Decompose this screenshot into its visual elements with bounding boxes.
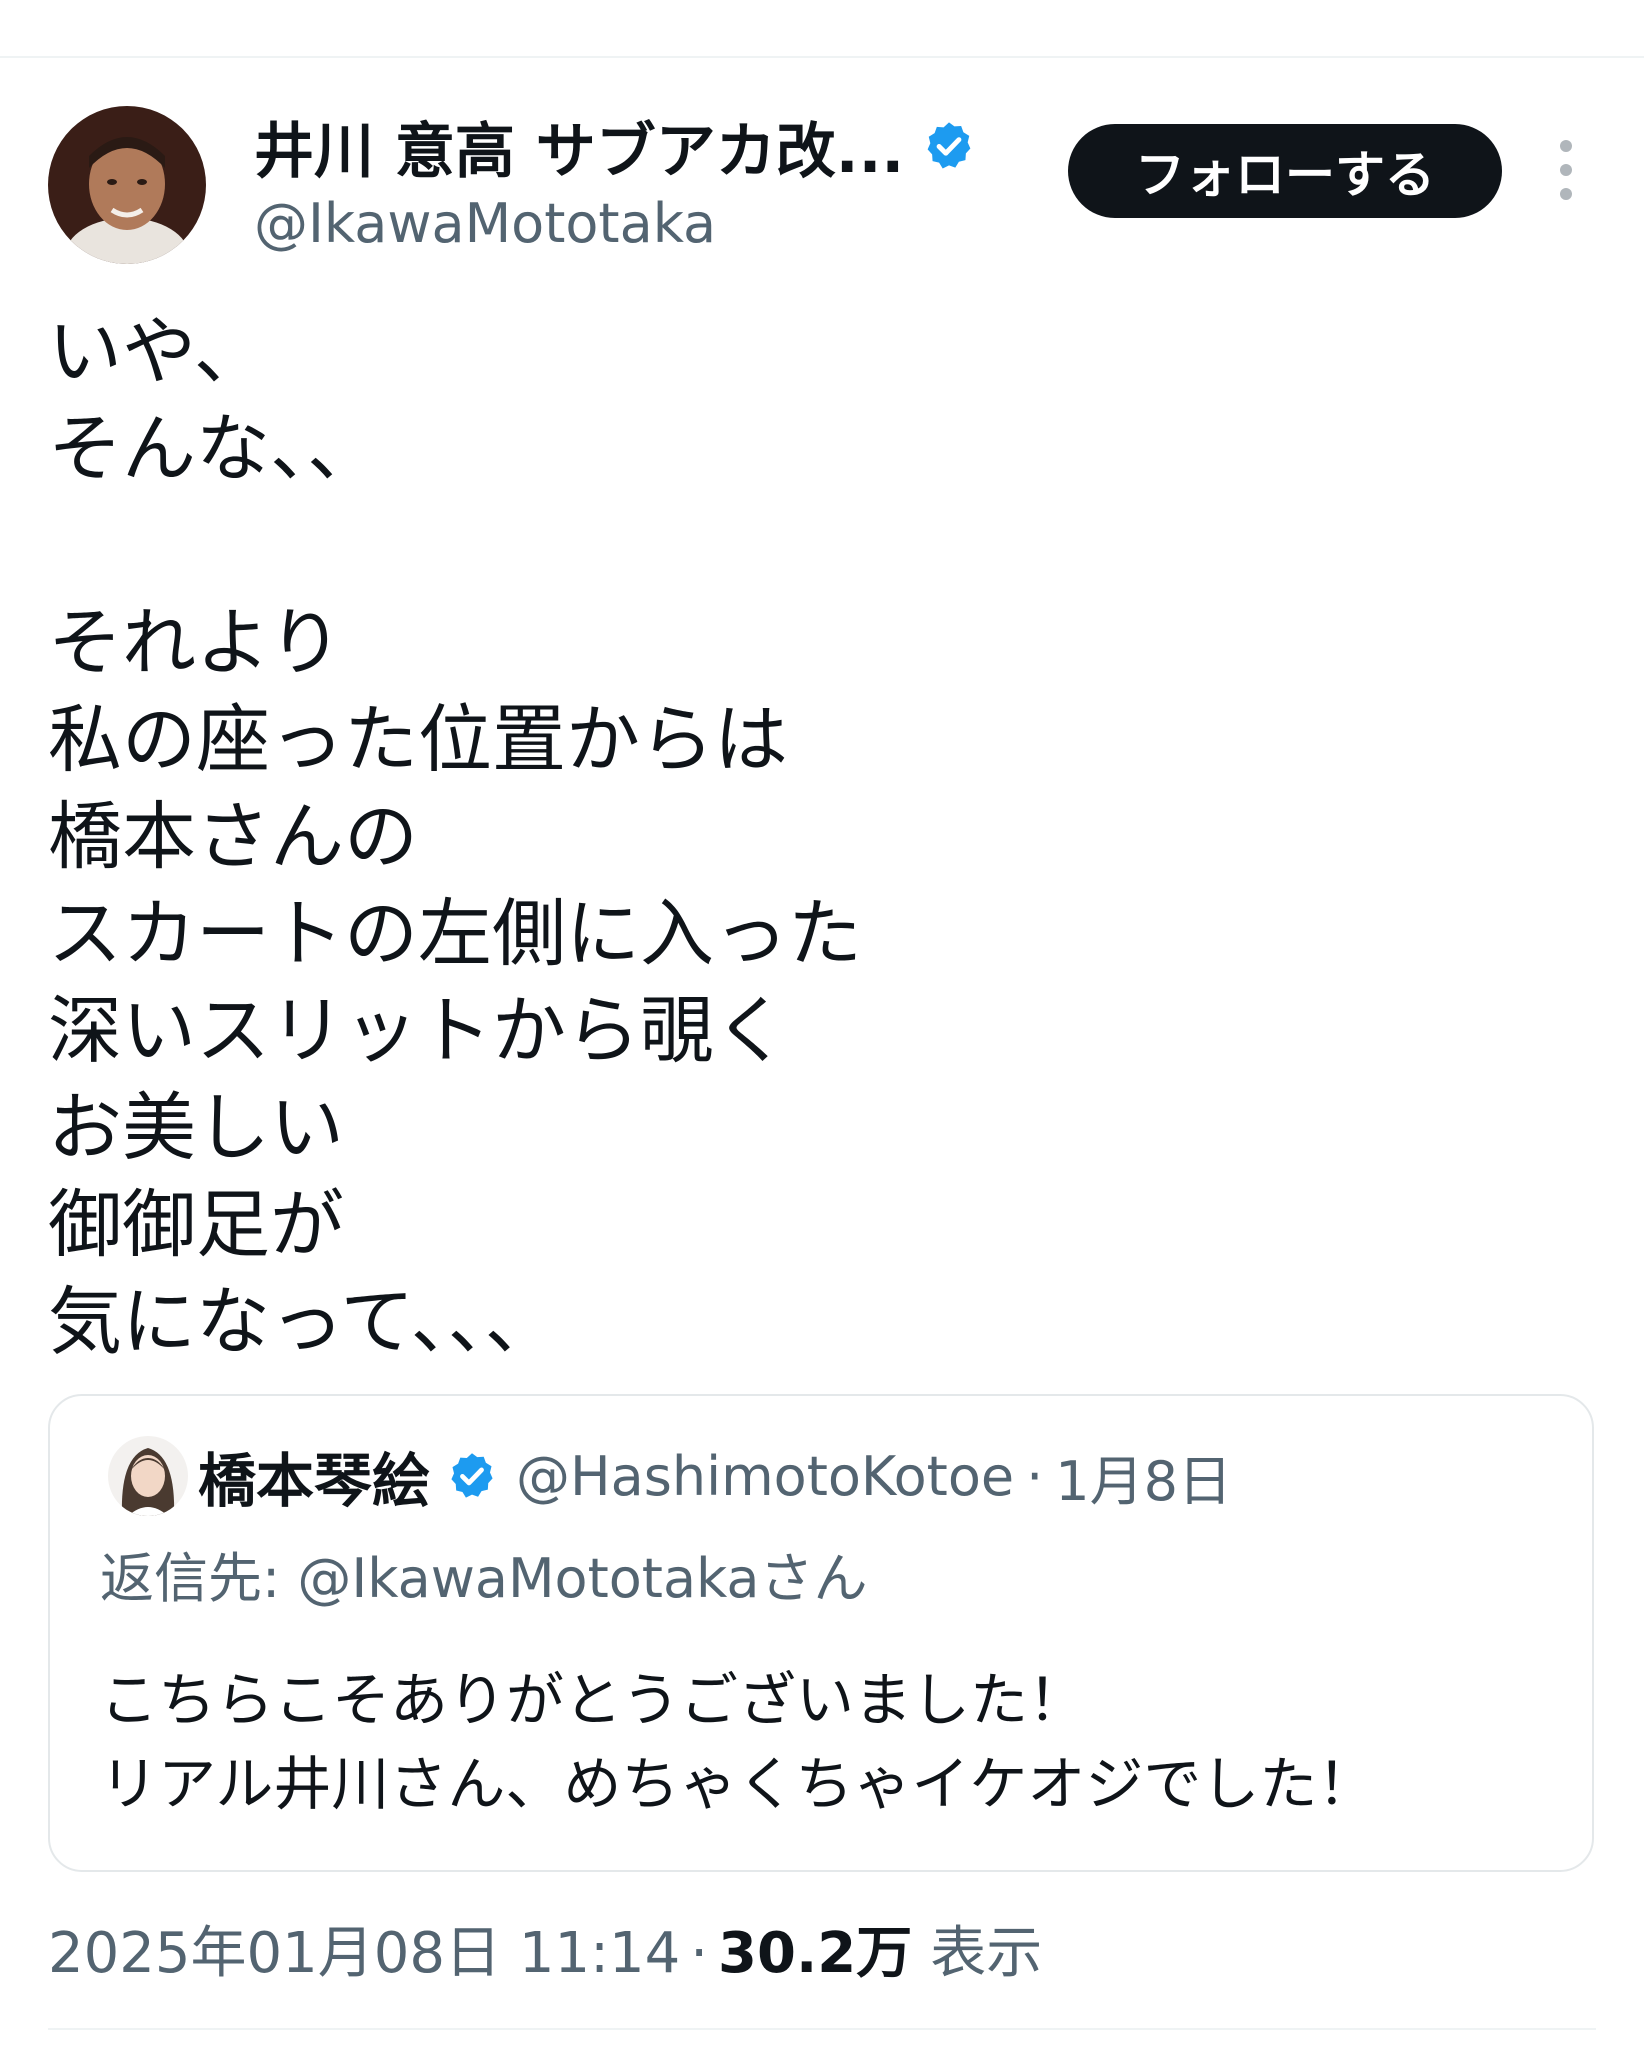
- quoted-tweet-card[interactable]: 橋本琴絵 @HashimotoKotoe · 1月8日 返信先: @IkawaM…: [48, 1394, 1594, 1872]
- tweet-line: お美しい: [48, 1085, 344, 1171]
- views-label: 表示: [930, 1921, 1043, 1986]
- tweet-timestamp[interactable]: 2025年01月08日 11:14: [48, 1908, 680, 1989]
- tweet-line: いや、: [48, 309, 268, 395]
- quote-meta: 橋本琴絵 @HashimotoKotoe · 1月8日: [198, 1437, 1232, 1516]
- tweet-line: 御御足が: [48, 1182, 344, 1268]
- quote-line: リアル井川さん、めちゃくちゃイケオジでした！: [100, 1750, 1376, 1818]
- tweet-line: 気になって、、、: [48, 1279, 559, 1365]
- quote-display-name[interactable]: 橋本琴絵: [198, 1434, 430, 1518]
- author-display-name[interactable]: 井川 意高 サブアカ改...: [254, 103, 904, 190]
- separator-dot: ·: [690, 1921, 709, 1986]
- author-handle[interactable]: @IkawaMototaka: [254, 192, 716, 255]
- more-dot: [1560, 164, 1572, 176]
- quote-line: こちらこそありがとうございました！: [100, 1666, 1087, 1734]
- quote-handle[interactable]: @HashimotoKotoe: [516, 1445, 1014, 1508]
- reply-mention[interactable]: @IkawaMototakaさん: [297, 1547, 867, 1610]
- verified-badge-icon: [446, 1450, 498, 1502]
- author-name-row[interactable]: 井川 意高 サブアカ改...: [254, 108, 976, 187]
- tweet-line: [48, 498, 1548, 595]
- tweet-line: 橋本さんの: [48, 794, 418, 880]
- tweet-text: いや、 そんな、、 それより 私の座った位置からは 橋本さんの スカートの左側に…: [48, 304, 1548, 1371]
- follow-button[interactable]: フォローする: [1068, 124, 1502, 218]
- more-dot: [1560, 140, 1572, 152]
- tweet-meta: 2025年01月08日 11:14 · 30.2万 表示: [48, 1908, 1042, 1989]
- more-dot: [1560, 188, 1572, 200]
- tweet-line: スカートの左側に入った: [48, 891, 862, 977]
- tweet-line: 深いスリットから覗く: [48, 988, 788, 1074]
- top-divider: [0, 56, 1644, 58]
- quote-reply-to: 返信先: @IkawaMototakaさん: [100, 1534, 867, 1613]
- verified-badge-icon: [922, 119, 976, 173]
- quote-date[interactable]: 1月8日: [1055, 1437, 1232, 1516]
- tweet-line: それより: [48, 600, 343, 686]
- more-vertical-icon[interactable]: [1546, 140, 1586, 200]
- tweet-line: 私の座った位置からは: [48, 697, 788, 783]
- tweet-line: そんな、、: [48, 406, 381, 492]
- quote-author-avatar[interactable]: [108, 1436, 188, 1516]
- bottom-divider: [48, 2028, 1596, 2030]
- separator-dot: ·: [1026, 1444, 1044, 1508]
- quote-text: こちらこそありがとうございました！ リアル井川さん、めちゃくちゃイケオジでした！: [100, 1658, 1375, 1826]
- reply-prefix: 返信先:: [100, 1547, 298, 1610]
- views-count: 30.2万: [718, 1921, 913, 1986]
- author-avatar[interactable]: [48, 106, 206, 264]
